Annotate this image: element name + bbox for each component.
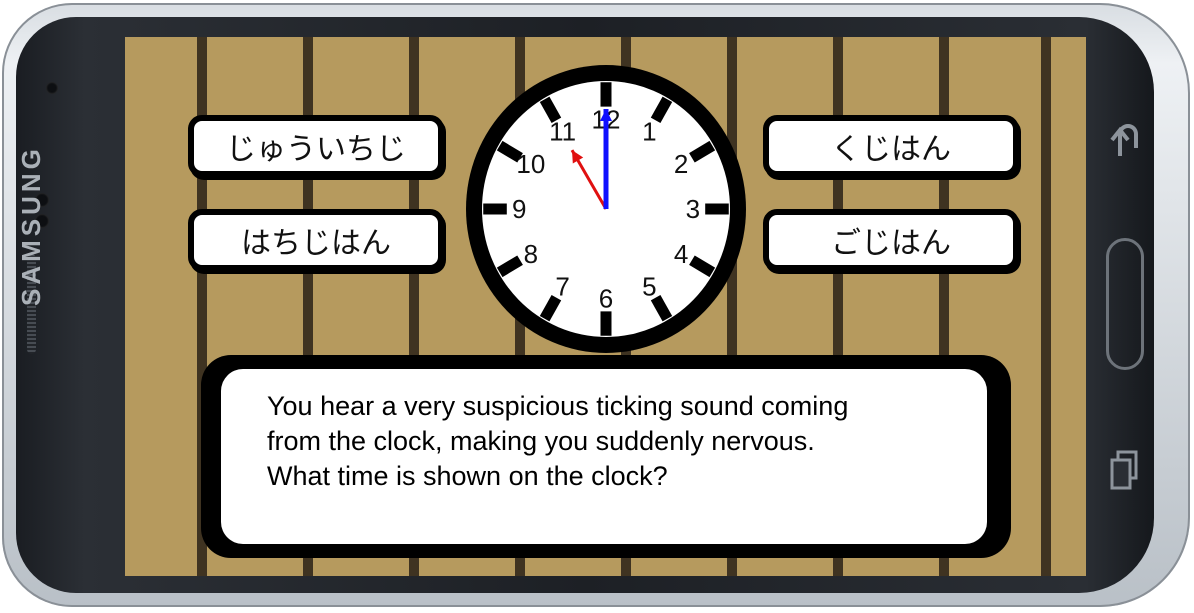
clock-number: 1 <box>642 116 656 146</box>
clock-number: 5 <box>642 272 656 302</box>
dialog-box: You hear a very suspicious ticking sound… <box>201 355 1011 558</box>
dialog-line: from the clock, making you suddenly nerv… <box>267 426 815 456</box>
wood-plank-line <box>1041 37 1051 576</box>
answer-button-juuichiji[interactable]: じゅういちじ <box>188 115 444 177</box>
clock-number: 10 <box>516 149 545 179</box>
dialog-line: You hear a very suspicious ticking sound… <box>267 391 849 421</box>
answer-label: はちじはん <box>241 226 391 261</box>
analog-clock: 121234567891011 <box>466 65 746 353</box>
front-camera <box>46 82 58 94</box>
clock-number: 8 <box>524 239 538 269</box>
recent-apps-icon[interactable] <box>1108 448 1142 500</box>
answer-button-kujihan[interactable]: くじはん <box>763 115 1019 177</box>
clock-number: 11 <box>549 116 576 146</box>
answer-label: くじはん <box>831 132 951 167</box>
back-icon[interactable] <box>1108 120 1142 168</box>
clock-number: 3 <box>686 194 700 224</box>
home-button[interactable] <box>1106 238 1144 370</box>
clock-number: 4 <box>674 239 688 269</box>
dialog-text: You hear a very suspicious ticking sound… <box>267 389 987 494</box>
answer-button-hachijihan[interactable]: はちじはん <box>188 209 444 271</box>
answer-label: ごじはん <box>831 226 951 261</box>
clock-number: 7 <box>555 272 569 302</box>
samsung-logo: SAMSUNG <box>16 145 46 306</box>
clock-number: 9 <box>512 194 526 224</box>
clock-number: 2 <box>674 149 688 179</box>
answer-label: じゅういちじ <box>226 132 406 167</box>
dialog-panel: You hear a very suspicious ticking sound… <box>221 369 987 544</box>
answer-button-gojihan[interactable]: ごじはん <box>763 209 1019 271</box>
game-screen: じゅういちじ くじはん はちじはん ごじはん 121234567891011 Y… <box>125 37 1086 576</box>
clock-number: 6 <box>599 284 613 314</box>
dialog-line: What time is shown on the clock? <box>267 461 668 491</box>
